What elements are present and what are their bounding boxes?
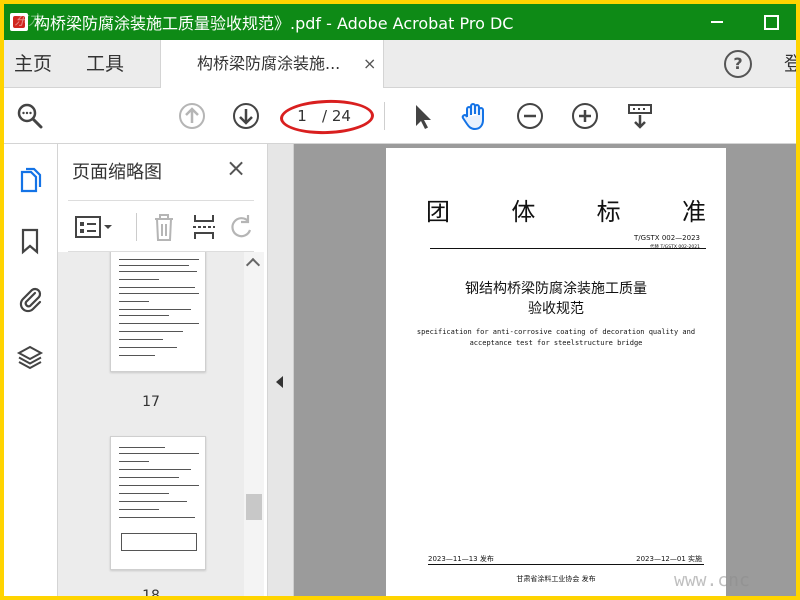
- bookmarks-icon[interactable]: [15, 226, 45, 256]
- insert-page-icon[interactable]: [190, 211, 218, 243]
- title-bar: 构桥梁防腐涂装施工质量验收规范》.pdf - Adobe Acrobat Pro…: [4, 4, 796, 40]
- sign-in-link[interactable]: 登: [784, 40, 796, 88]
- watermark-text: 东方: [14, 13, 42, 29]
- page-thumbnail[interactable]: [110, 436, 206, 570]
- tab-close-icon[interactable]: ×: [363, 40, 376, 88]
- heading-char: 体: [511, 198, 536, 226]
- thumbnail-page-number: 18: [142, 588, 160, 596]
- replaces-note: 代替 T/GSTX 002-2021: [650, 245, 700, 250]
- page-thumbnail[interactable]: [110, 252, 206, 372]
- document-title-line1: 钢结构桥梁防腐涂装施工质量: [465, 281, 647, 297]
- document-tab-label: 构桥梁防腐涂装施...: [197, 54, 341, 73]
- implement-date: 2023—12—01 实施: [636, 555, 702, 563]
- rotate-page-icon[interactable]: [228, 211, 254, 243]
- thumbnail-list[interactable]: 17 18: [58, 252, 244, 596]
- left-navigation-rail: [4, 144, 58, 596]
- english-title-line1: specification for anti-corrosive coating…: [416, 328, 696, 336]
- collapse-arrow-icon[interactable]: [276, 376, 283, 388]
- pdf-page: 团 体 标 准 T/GSTX 002—2023 代替 T/GSTX 002-20…: [386, 148, 726, 596]
- hand-tool-icon[interactable]: [458, 100, 490, 132]
- scroll-up-icon[interactable]: [245, 257, 261, 273]
- thumbnails-panel: 页面缩略图 × 17 18: [58, 144, 268, 596]
- heading-char: 团: [426, 198, 450, 226]
- help-icon[interactable]: ?: [724, 50, 752, 78]
- acrobat-window: 构桥梁防腐涂装施工质量验收规范》.pdf - Adobe Acrobat Pro…: [4, 4, 796, 596]
- maximize-button[interactable]: [748, 4, 794, 40]
- footer-rule: [428, 564, 704, 565]
- zoom-out-icon[interactable]: [514, 100, 546, 132]
- collapse-panel-strip[interactable]: [268, 144, 294, 596]
- delete-page-icon[interactable]: [150, 211, 178, 243]
- publish-date: 2023—11—13 发布: [428, 555, 494, 563]
- attachments-icon[interactable]: [15, 284, 45, 314]
- tab-bar: 主页 工具 构桥梁防腐涂装施... × ? 登: [4, 40, 796, 88]
- toolbar: 1 / 24: [4, 88, 796, 144]
- panel-tools-divider: [136, 213, 137, 241]
- panel-title: 页面缩略图: [72, 162, 162, 183]
- heading-char: 标: [596, 198, 621, 226]
- panel-close-icon[interactable]: ×: [226, 154, 246, 182]
- window-title: 构桥梁防腐涂装施工质量验收规范》.pdf - Adobe Acrobat Pro…: [34, 14, 514, 33]
- document-title-line2: 验收规范: [528, 301, 584, 317]
- layers-icon[interactable]: [15, 342, 45, 372]
- thumbnail-page-number: 17: [142, 394, 160, 410]
- thumbnail-scrollbar[interactable]: [244, 252, 264, 596]
- search-icon[interactable]: [14, 100, 46, 132]
- zoom-in-icon[interactable]: [569, 100, 601, 132]
- scrollbar-thumb[interactable]: [246, 494, 262, 520]
- thumbnail-toolbar: [68, 200, 254, 252]
- thumbnail-table: [121, 533, 197, 551]
- scroll-mode-icon[interactable]: [624, 100, 656, 132]
- next-page-icon[interactable]: [230, 100, 262, 132]
- select-cursor-icon[interactable]: [406, 100, 438, 132]
- standard-type-heading: 团 体 标 准: [426, 192, 706, 227]
- english-title-line2: acceptance test for steelstructure bridg…: [469, 339, 643, 347]
- previous-page-icon[interactable]: [176, 100, 208, 132]
- thumbnail-options-icon[interactable]: [74, 213, 114, 241]
- menu-home[interactable]: 主页: [14, 40, 52, 88]
- site-watermark: www.cnc: [674, 570, 750, 591]
- document-tab[interactable]: 构桥梁防腐涂装施... ×: [160, 40, 384, 88]
- standard-code: T/GSTX 002—2023: [634, 234, 700, 242]
- document-view[interactable]: 团 体 标 准 T/GSTX 002—2023 代替 T/GSTX 002-20…: [268, 144, 796, 596]
- minimize-button[interactable]: [694, 4, 740, 40]
- menu-tools[interactable]: 工具: [86, 40, 124, 88]
- toolbar-divider: [384, 102, 385, 130]
- page-thumbnails-icon[interactable]: [15, 166, 45, 196]
- heading-char: 准: [681, 198, 706, 226]
